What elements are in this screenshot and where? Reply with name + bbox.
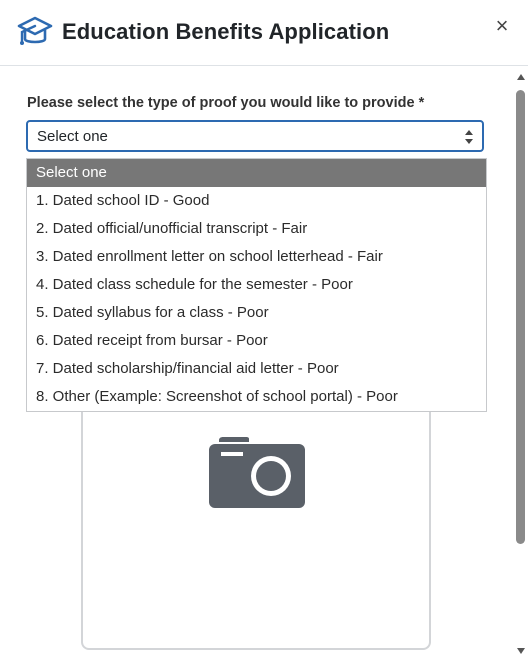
- dropdown-option-6[interactable]: 6. Dated receipt from bursar - Poor: [27, 327, 486, 355]
- graduation-cap-icon: [17, 16, 53, 45]
- dropdown-option-7[interactable]: 7. Dated scholarship/financial aid lette…: [27, 355, 486, 383]
- dropdown-option-8[interactable]: 8. Other (Example: Screenshot of school …: [27, 383, 486, 411]
- dropdown-option-3[interactable]: 3. Dated enrollment letter on school let…: [27, 243, 486, 271]
- close-button[interactable]: ×: [492, 15, 512, 37]
- scroll-down-arrow-icon[interactable]: [517, 648, 525, 654]
- proof-type-label: Please select the type of proof you woul…: [27, 95, 425, 111]
- proof-type-select-value: Select one: [37, 128, 108, 145]
- camera-icon: [209, 437, 305, 508]
- dropdown-option-1[interactable]: 1. Dated school ID - Good: [27, 187, 486, 215]
- dropdown-option-select-one[interactable]: Select one: [27, 159, 486, 187]
- proof-type-dropdown-list: Select one 1. Dated school ID - Good 2. …: [26, 158, 487, 412]
- dropdown-option-2[interactable]: 2. Dated official/unofficial transcript …: [27, 215, 486, 243]
- scroll-up-arrow-icon[interactable]: [517, 74, 525, 80]
- proof-type-select[interactable]: Select one: [26, 120, 484, 152]
- vertical-scrollbar[interactable]: [514, 66, 528, 660]
- dropdown-option-5[interactable]: 5. Dated syllabus for a class - Poor: [27, 299, 486, 327]
- sort-arrows-icon: [465, 130, 473, 144]
- dropdown-option-4[interactable]: 4. Dated class schedule for the semester…: [27, 271, 486, 299]
- modal-header: Education Benefits Application ×: [0, 0, 528, 66]
- scrollbar-thumb[interactable]: [516, 90, 525, 544]
- modal-title: Education Benefits Application: [62, 19, 390, 44]
